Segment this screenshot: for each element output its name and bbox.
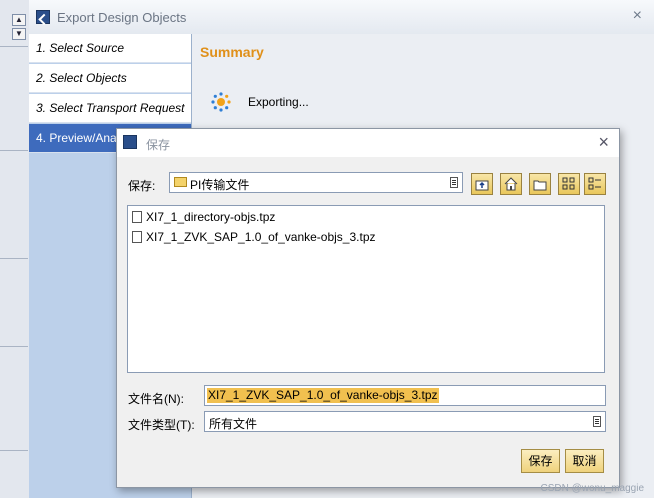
list-item[interactable]: XI7_1_ZVK_SAP_1.0_of_vanke-objs_3.tpz [132,228,376,246]
up-one-level-icon [475,180,489,191]
scroll-up-button[interactable]: ▲ [12,14,26,26]
up-one-level-button[interactable] [471,173,493,195]
file-name: XI7_1_ZVK_SAP_1.0_of_vanke-objs_3.tpz [146,230,376,244]
busy-spinner-icon [211,92,231,112]
save-in-value: PI传输文件 [190,178,250,192]
exporting-status: Exporting... [248,95,309,109]
chevron-down-icon [593,416,601,427]
filename-value: XI7_1_ZVK_SAP_1.0_of_vanke-objs_3.tpz [207,388,439,403]
scroll-down-button[interactable]: ▼ [12,28,26,40]
folder-icon [174,177,187,187]
filetype-value: 所有文件 [209,417,258,431]
app-icon [123,135,137,149]
summary-heading: Summary [200,44,264,60]
save-button[interactable]: 保存 [521,449,560,473]
new-folder-button[interactable] [529,173,551,195]
details-view-icon [588,177,601,190]
new-folder-icon [533,180,547,191]
filetype-dropdown[interactable]: 所有文件 [204,411,606,432]
divider [0,450,28,451]
divider [0,346,28,347]
divider [0,258,28,259]
file-name: XI7_1_directory-objs.tpz [146,210,276,224]
window-close-button[interactable]: × [633,7,642,25]
step-select-source[interactable]: 1. Select Source [29,34,191,63]
window-title: Export Design Objects [57,10,187,25]
footer-watermark: CSDN @wonu_maggie [540,483,644,494]
file-icon [132,210,142,223]
app-icon [36,10,50,24]
filename-input[interactable]: XI7_1_ZVK_SAP_1.0_of_vanke-objs_3.tpz [204,385,606,406]
list-view-button[interactable] [558,173,580,195]
dialog-title: 保存 [146,138,171,152]
dialog-titlebar: 保存 × [117,129,619,157]
background-window-strip: ▲ ▼ [0,0,30,498]
file-list[interactable]: XI7_1_directory-objs.tpz XI7_1_ZVK_SAP_1… [127,205,605,373]
filename-label: 文件名(N): [128,392,184,406]
window-titlebar: Export Design Objects × [29,0,654,35]
cancel-button[interactable]: 取消 [565,449,604,473]
list-item[interactable]: XI7_1_directory-objs.tpz [132,208,275,226]
details-view-button[interactable] [584,173,606,195]
step-select-transport-request[interactable]: 3. Select Transport Request [29,94,191,123]
save-in-dropdown[interactable]: PI传输文件 [169,172,463,193]
list-view-icon [562,177,575,190]
divider [0,150,28,151]
chevron-down-icon [450,177,458,188]
filetype-label: 文件类型(T): [128,418,195,432]
divider [0,46,28,47]
save-dialog: 保存 × 保存: PI传输文件 XI7_1_directory-objs.tpz… [116,128,620,488]
save-in-label: 保存: [128,179,156,193]
file-icon [132,230,142,243]
home-button[interactable] [500,173,522,195]
home-icon [504,177,518,191]
step-select-objects[interactable]: 2. Select Objects [29,64,191,93]
dialog-close-button[interactable]: × [598,132,609,152]
